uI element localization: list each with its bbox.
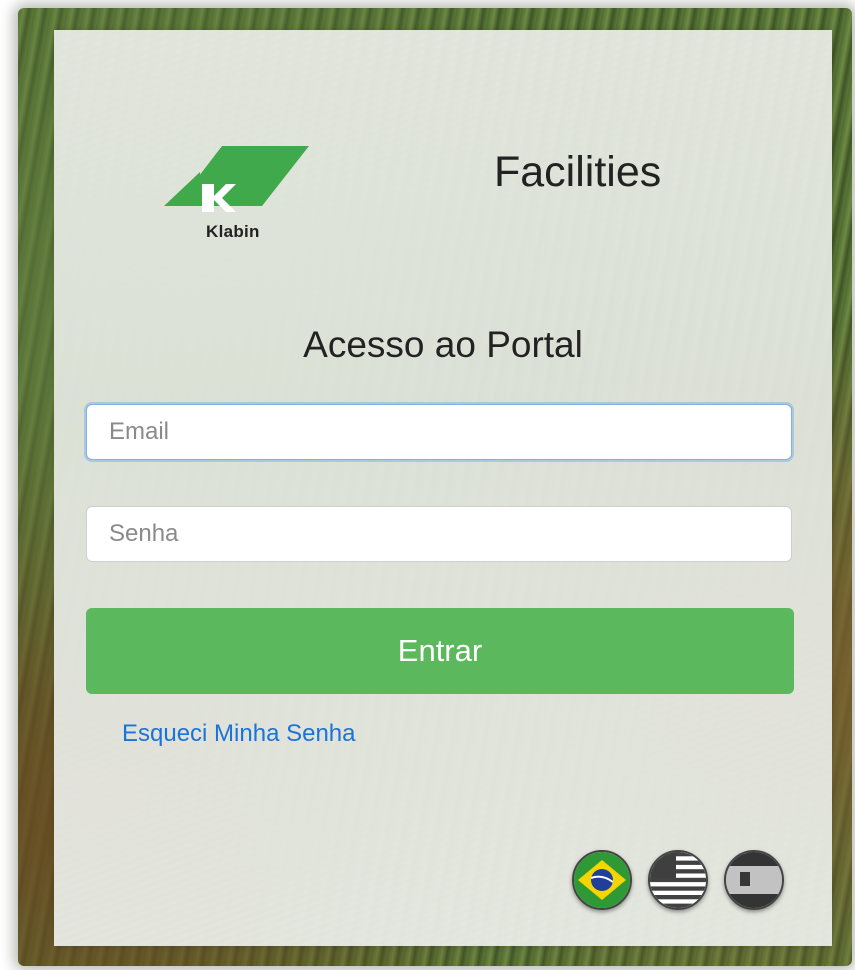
klabin-logo: Klabin [164, 144, 309, 254]
login-button[interactable]: Entrar [86, 608, 794, 694]
email-field[interactable] [86, 404, 792, 460]
app-title: Facilities [494, 148, 662, 196]
forgot-password-link[interactable]: Esqueci Minha Senha [122, 720, 355, 748]
spain-flag-icon[interactable] [724, 850, 784, 910]
logo-wordmark: Klabin [206, 222, 260, 241]
background-forest-image: Klabin Facilities Acesso ao Portal Entra… [18, 8, 852, 966]
usa-flag-icon[interactable] [648, 850, 708, 910]
password-field[interactable] [86, 506, 792, 562]
page-title: Acesso ao Portal [303, 324, 583, 365]
brazil-flag-icon[interactable] [572, 850, 632, 910]
klabin-logo-mark [164, 146, 309, 212]
login-card: Klabin Facilities Acesso ao Portal Entra… [54, 30, 832, 946]
